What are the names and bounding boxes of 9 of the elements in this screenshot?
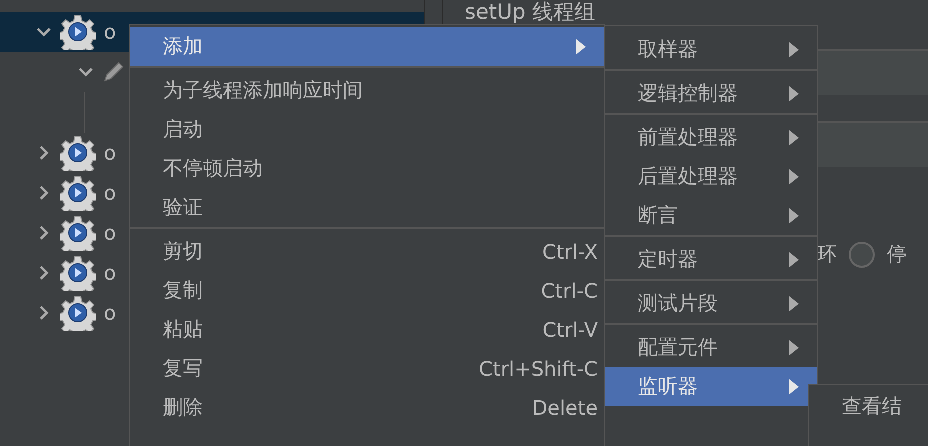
panel-title: setUp 线程组 (465, 1, 596, 23)
tree-label: o (104, 141, 116, 165)
option-label: 环 (817, 241, 837, 268)
tree-label: o (104, 20, 116, 44)
radio-label: 停 (887, 241, 907, 268)
tree-label: o (104, 261, 116, 285)
tree-label: o (104, 221, 116, 245)
tree-label: o (104, 301, 116, 325)
tree-label: o (104, 181, 116, 205)
